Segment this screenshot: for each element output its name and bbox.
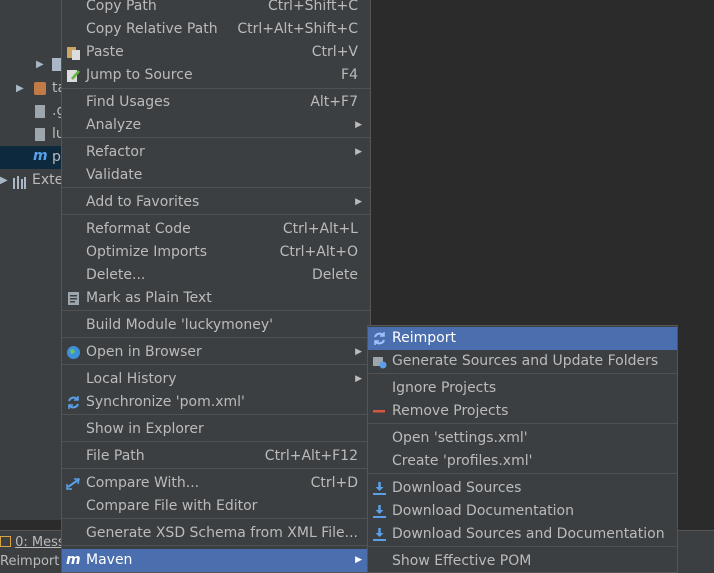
menu-separator xyxy=(62,364,370,365)
submenu-arrow-icon: ▶ xyxy=(355,374,362,384)
paste-icon xyxy=(66,45,81,60)
download-icon xyxy=(372,527,387,542)
menu-separator xyxy=(62,468,370,469)
maven-icon: m xyxy=(66,552,81,568)
menu-separator xyxy=(62,441,370,442)
mark-plain-text-icon xyxy=(66,291,81,306)
menu-separator xyxy=(62,187,370,188)
context-menu: Copy Path Ctrl+Shift+C Copy Relative Pat… xyxy=(61,0,371,573)
submenu-arrow-icon: ▶ xyxy=(355,555,362,565)
tree-item-external-libraries[interactable]: ▶ Exte xyxy=(0,169,62,192)
messages-tab[interactable]: 0: Mess xyxy=(0,535,65,550)
file-icon xyxy=(35,128,45,141)
submenu-item-create-profiles[interactable]: Create 'profiles.xml' xyxy=(368,450,677,473)
folder-icon xyxy=(34,82,46,95)
menu-item-optimize-imports[interactable]: Optimize Imports Ctrl+Alt+O xyxy=(62,241,370,264)
run-label: Reimport xyxy=(0,554,60,569)
maven-submenu: Reimport Generate Sources and Update Fol… xyxy=(367,325,678,573)
menu-separator xyxy=(368,473,677,474)
menu-item-compare-with[interactable]: Compare With... Ctrl+D xyxy=(62,472,370,495)
browser-globe-icon xyxy=(66,345,81,360)
maven-icon: m xyxy=(33,148,48,164)
submenu-arrow-icon: ▶ xyxy=(355,147,362,157)
menu-separator xyxy=(62,310,370,311)
menu-item-copy-relative-path[interactable]: Copy Relative Path Ctrl+Alt+Shift+C xyxy=(62,18,370,41)
menu-separator xyxy=(62,137,370,138)
remove-dash-icon xyxy=(372,404,387,419)
tree-item-target[interactable]: ▶ ta xyxy=(0,77,62,100)
menu-separator xyxy=(368,546,677,547)
tree-item-luckymoney-iml[interactable]: lu xyxy=(0,123,62,146)
menu-item-local-history[interactable]: Local History ▶ xyxy=(62,368,370,391)
expand-arrow-icon[interactable]: ▶ xyxy=(16,77,24,100)
menu-separator xyxy=(62,337,370,338)
menu-item-jump-to-source[interactable]: Jump to Source F4 xyxy=(62,64,370,87)
menu-item-maven[interactable]: m Maven ▶ xyxy=(62,549,370,572)
menu-separator xyxy=(62,414,370,415)
menu-item-paste[interactable]: Paste Ctrl+V xyxy=(62,41,370,64)
menu-item-synchronize[interactable]: Synchronize 'pom.xml' xyxy=(62,391,370,414)
menu-item-analyze[interactable]: Analyze ▶ xyxy=(62,114,370,137)
libraries-icon xyxy=(13,174,26,189)
menu-separator xyxy=(368,423,677,424)
menu-item-find-usages[interactable]: Find Usages Alt+F7 xyxy=(62,91,370,114)
download-icon xyxy=(372,504,387,519)
expand-arrow-icon[interactable]: ▶ xyxy=(36,53,44,76)
reimport-icon xyxy=(372,331,387,346)
folder-icon xyxy=(52,58,61,71)
menu-item-refactor[interactable]: Refactor ▶ xyxy=(62,141,370,164)
menu-separator xyxy=(62,214,370,215)
file-icon xyxy=(35,105,45,118)
submenu-item-download-documentation[interactable]: Download Documentation xyxy=(368,500,677,523)
compare-arrows-icon xyxy=(66,476,81,491)
menu-item-file-path[interactable]: File Path Ctrl+Alt+F12 xyxy=(62,445,370,468)
menu-separator xyxy=(368,373,677,374)
jump-to-source-icon xyxy=(66,68,81,83)
menu-item-add-to-favorites[interactable]: Add to Favorites ▶ xyxy=(62,191,370,214)
menu-item-open-in-browser[interactable]: Open in Browser ▶ xyxy=(62,341,370,364)
menu-separator xyxy=(62,545,370,546)
submenu-item-reimport[interactable]: Reimport xyxy=(368,327,677,350)
menu-separator xyxy=(62,518,370,519)
submenu-item-open-settings[interactable]: Open 'settings.xml' xyxy=(368,427,677,450)
generate-sources-icon xyxy=(372,354,387,369)
menu-item-mark-as-plain-text[interactable]: Mark as Plain Text xyxy=(62,287,370,310)
submenu-arrow-icon: ▶ xyxy=(355,120,362,130)
synchronize-icon xyxy=(66,395,81,410)
menu-item-copy-path[interactable]: Copy Path Ctrl+Shift+C xyxy=(62,0,370,18)
submenu-item-show-effective-pom[interactable]: Show Effective POM xyxy=(368,550,677,573)
menu-item-build-module[interactable]: Build Module 'luckymoney' xyxy=(62,314,370,337)
project-tree: ▶ ▶ ta .g lu m p ▶ Exte xyxy=(0,0,62,520)
expand-arrow-icon[interactable]: ▶ xyxy=(0,169,8,192)
menu-item-validate[interactable]: Validate xyxy=(62,164,370,187)
menu-item-compare-file-with-editor[interactable]: Compare File with Editor xyxy=(62,495,370,518)
tree-item-folder[interactable]: ▶ xyxy=(0,53,62,76)
submenu-arrow-icon: ▶ xyxy=(355,347,362,357)
submenu-item-remove-projects[interactable]: Remove Projects xyxy=(368,400,677,423)
submenu-item-download-sources-and-docs[interactable]: Download Sources and Documentation xyxy=(368,523,677,546)
menu-item-delete[interactable]: Delete... Delete xyxy=(62,264,370,287)
menu-item-show-in-explorer[interactable]: Show in Explorer xyxy=(62,418,370,441)
submenu-item-download-sources[interactable]: Download Sources xyxy=(368,477,677,500)
menu-item-generate-xsd[interactable]: Generate XSD Schema from XML File... xyxy=(62,522,370,545)
menu-item-reformat-code[interactable]: Reformat Code Ctrl+Alt+L xyxy=(62,218,370,241)
submenu-item-generate-sources[interactable]: Generate Sources and Update Folders xyxy=(368,350,677,373)
submenu-item-ignore-projects[interactable]: Ignore Projects xyxy=(368,377,677,400)
messages-icon xyxy=(0,536,11,547)
tree-item-gitignore[interactable]: .g xyxy=(0,100,62,123)
submenu-arrow-icon: ▶ xyxy=(355,197,362,207)
download-icon xyxy=(372,481,387,496)
menu-separator xyxy=(62,88,370,89)
tree-item-pom[interactable]: m p xyxy=(0,146,62,169)
